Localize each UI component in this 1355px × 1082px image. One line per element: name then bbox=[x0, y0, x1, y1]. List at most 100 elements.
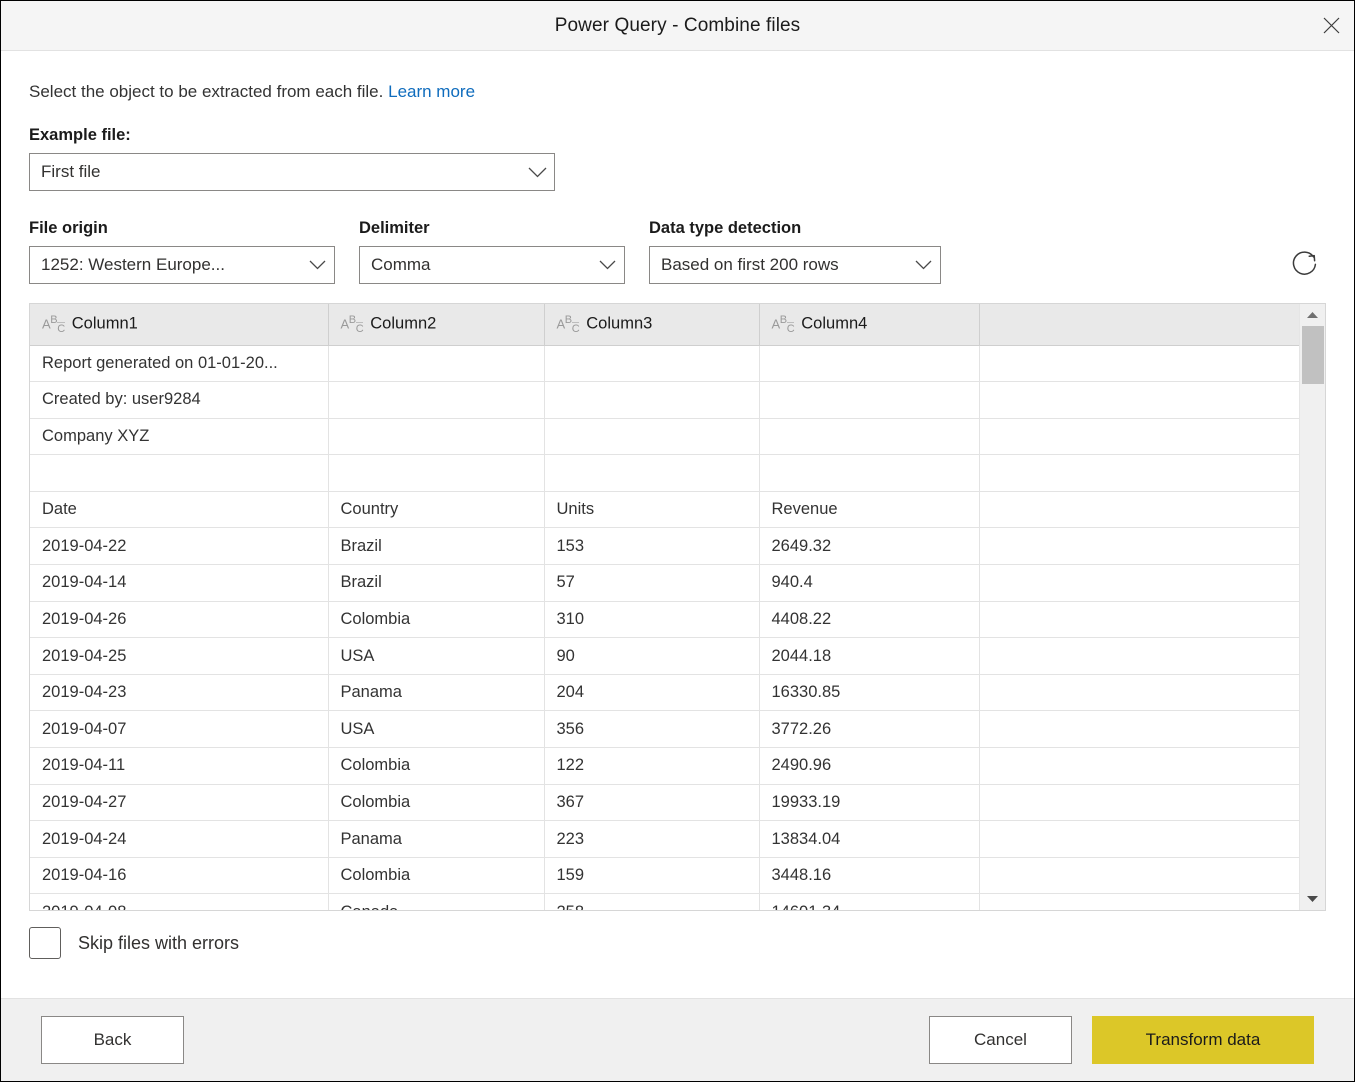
table-cell[interactable]: Panama bbox=[328, 674, 544, 711]
refresh-icon[interactable] bbox=[1284, 243, 1326, 285]
table-cell[interactable]: Country bbox=[328, 491, 544, 528]
table-cell[interactable] bbox=[328, 345, 544, 382]
table-cell[interactable] bbox=[544, 418, 759, 455]
table-row[interactable]: 2019-04-25USA902044.18 bbox=[30, 638, 1299, 675]
file-origin-dropdown[interactable]: 1252: Western Europe... bbox=[29, 246, 335, 284]
scroll-up-arrow-icon[interactable] bbox=[1300, 304, 1326, 326]
table-cell[interactable]: 258 bbox=[544, 894, 759, 910]
table-row[interactable]: 2019-04-26Colombia3104408.22 bbox=[30, 601, 1299, 638]
learn-more-link[interactable]: Learn more bbox=[388, 82, 475, 101]
table-cell[interactable]: Panama bbox=[328, 821, 544, 858]
table-cell[interactable]: Units bbox=[544, 491, 759, 528]
table-cell[interactable]: Revenue bbox=[759, 491, 979, 528]
table-row[interactable]: Company XYZ bbox=[30, 418, 1299, 455]
table-row[interactable] bbox=[30, 455, 1299, 492]
preview-vertical-scrollbar[interactable] bbox=[1299, 304, 1325, 910]
table-cell[interactable] bbox=[328, 455, 544, 492]
data-type-detection-dropdown[interactable]: Based on first 200 rows bbox=[649, 246, 941, 284]
scrollbar-track[interactable] bbox=[1300, 326, 1326, 888]
table-row[interactable]: DateCountryUnitsRevenue bbox=[30, 491, 1299, 528]
table-cell[interactable]: 2019-04-27 bbox=[30, 784, 328, 821]
table-cell[interactable]: 2019-04-08 bbox=[30, 894, 328, 910]
column-header-column4[interactable]: ABCColumn4 bbox=[759, 304, 979, 345]
table-cell[interactable]: 159 bbox=[544, 857, 759, 894]
table-cell[interactable]: 122 bbox=[544, 748, 759, 785]
table-cell[interactable]: Created by: user9284 bbox=[30, 382, 328, 419]
back-button[interactable]: Back bbox=[41, 1016, 184, 1064]
table-cell[interactable]: 2019-04-25 bbox=[30, 638, 328, 675]
table-row[interactable]: 2019-04-14Brazil57940.4 bbox=[30, 565, 1299, 602]
table-cell[interactable]: 2649.32 bbox=[759, 528, 979, 565]
table-cell[interactable]: 2019-04-11 bbox=[30, 748, 328, 785]
table-cell[interactable]: 3448.16 bbox=[759, 857, 979, 894]
transform-data-button[interactable]: Transform data bbox=[1092, 1016, 1314, 1064]
table-cell[interactable]: 2019-04-22 bbox=[30, 528, 328, 565]
table-cell[interactable]: 57 bbox=[544, 565, 759, 602]
table-cell[interactable]: 356 bbox=[544, 711, 759, 748]
table-cell[interactable] bbox=[328, 382, 544, 419]
table-cell[interactable]: 2490.96 bbox=[759, 748, 979, 785]
table-cell[interactable]: Canada bbox=[328, 894, 544, 910]
table-cell[interactable] bbox=[759, 455, 979, 492]
table-cell[interactable]: Report generated on 01-01-20... bbox=[30, 345, 328, 382]
table-cell[interactable]: 2019-04-07 bbox=[30, 711, 328, 748]
table-cell[interactable]: 3772.26 bbox=[759, 711, 979, 748]
table-cell[interactable]: Colombia bbox=[328, 601, 544, 638]
skip-files-with-errors-row[interactable]: Skip files with errors bbox=[29, 927, 1326, 959]
table-cell[interactable]: 2019-04-14 bbox=[30, 565, 328, 602]
table-row[interactable]: 2019-04-24Panama22313834.04 bbox=[30, 821, 1299, 858]
delimiter-dropdown[interactable]: Comma bbox=[359, 246, 625, 284]
table-row[interactable]: Created by: user9284 bbox=[30, 382, 1299, 419]
table-cell[interactable]: 940.4 bbox=[759, 565, 979, 602]
table-cell[interactable] bbox=[544, 382, 759, 419]
table-cell[interactable]: USA bbox=[328, 638, 544, 675]
table-cell[interactable]: Date bbox=[30, 491, 328, 528]
table-cell[interactable]: 19933.19 bbox=[759, 784, 979, 821]
scroll-down-arrow-icon[interactable] bbox=[1300, 888, 1326, 910]
table-cell[interactable]: 2019-04-16 bbox=[30, 857, 328, 894]
table-cell[interactable]: 2044.18 bbox=[759, 638, 979, 675]
skip-files-checkbox[interactable] bbox=[29, 927, 61, 959]
table-cell[interactable]: 13834.04 bbox=[759, 821, 979, 858]
table-cell[interactable]: 2019-04-26 bbox=[30, 601, 328, 638]
table-cell[interactable]: Brazil bbox=[328, 528, 544, 565]
table-row[interactable]: 2019-04-11Colombia1222490.96 bbox=[30, 748, 1299, 785]
table-cell[interactable]: 153 bbox=[544, 528, 759, 565]
cancel-button[interactable]: Cancel bbox=[929, 1016, 1072, 1064]
table-cell[interactable]: 223 bbox=[544, 821, 759, 858]
table-row[interactable]: 2019-04-22Brazil1532649.32 bbox=[30, 528, 1299, 565]
table-cell[interactable] bbox=[544, 455, 759, 492]
table-cell[interactable]: Colombia bbox=[328, 784, 544, 821]
close-icon[interactable] bbox=[1308, 1, 1354, 50]
table-cell[interactable] bbox=[759, 345, 979, 382]
table-cell[interactable]: 14601.34 bbox=[759, 894, 979, 910]
table-row[interactable]: 2019-04-23Panama20416330.85 bbox=[30, 674, 1299, 711]
scrollbar-thumb[interactable] bbox=[1302, 326, 1324, 384]
table-cell[interactable]: Colombia bbox=[328, 857, 544, 894]
table-cell[interactable]: Company XYZ bbox=[30, 418, 328, 455]
example-file-dropdown[interactable]: First file bbox=[29, 153, 555, 191]
table-cell[interactable]: 204 bbox=[544, 674, 759, 711]
table-cell[interactable] bbox=[759, 418, 979, 455]
table-cell[interactable]: 367 bbox=[544, 784, 759, 821]
column-header-column1[interactable]: ABCColumn1 bbox=[30, 304, 328, 345]
table-cell[interactable]: 90 bbox=[544, 638, 759, 675]
column-header-column3[interactable]: ABCColumn3 bbox=[544, 304, 759, 345]
table-cell[interactable]: USA bbox=[328, 711, 544, 748]
table-row[interactable]: 2019-04-08Canada25814601.34 bbox=[30, 894, 1299, 910]
table-cell[interactable] bbox=[759, 382, 979, 419]
table-row[interactable]: 2019-04-07USA3563772.26 bbox=[30, 711, 1299, 748]
table-cell[interactable]: 2019-04-24 bbox=[30, 821, 328, 858]
table-cell[interactable] bbox=[30, 455, 328, 492]
table-row[interactable]: Report generated on 01-01-20... bbox=[30, 345, 1299, 382]
table-cell[interactable] bbox=[328, 418, 544, 455]
table-cell[interactable]: 4408.22 bbox=[759, 601, 979, 638]
table-cell[interactable]: 310 bbox=[544, 601, 759, 638]
table-cell[interactable]: 16330.85 bbox=[759, 674, 979, 711]
table-row[interactable]: 2019-04-16Colombia1593448.16 bbox=[30, 857, 1299, 894]
table-row[interactable]: 2019-04-27Colombia36719933.19 bbox=[30, 784, 1299, 821]
table-cell[interactable]: Brazil bbox=[328, 565, 544, 602]
table-cell[interactable] bbox=[544, 345, 759, 382]
column-header-column2[interactable]: ABCColumn2 bbox=[328, 304, 544, 345]
table-cell[interactable]: 2019-04-23 bbox=[30, 674, 328, 711]
